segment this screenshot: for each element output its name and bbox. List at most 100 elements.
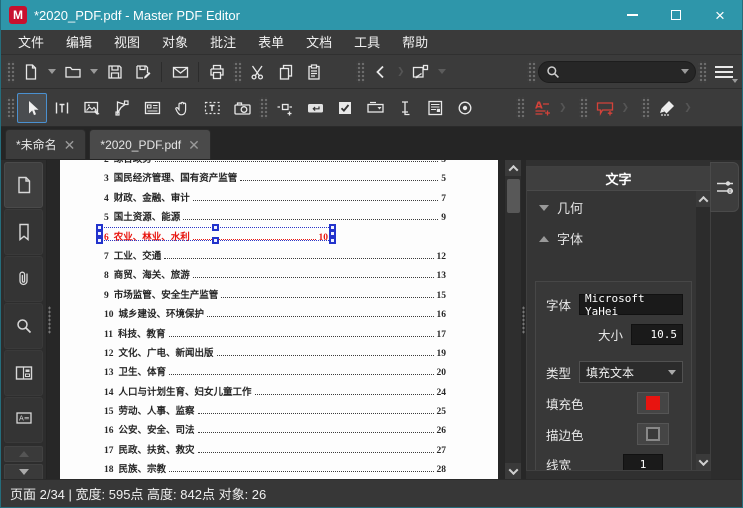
toolbar-grip[interactable] [6,60,15,83]
selection-handle-bl[interactable] [96,236,103,244]
edit-path-tool-button[interactable] [107,93,137,123]
edit-text-tool-button[interactable] [47,93,77,123]
list-box-tool-button[interactable] [420,93,450,123]
scroll-up-button[interactable] [504,160,522,176]
toolbar-grip[interactable] [233,60,242,83]
selection-handle-mr[interactable] [329,229,336,237]
selection-handle-ml[interactable] [96,229,103,237]
sidebar-search-button[interactable] [4,303,43,349]
selection-handle-tl[interactable] [96,223,103,231]
pdf-viewport[interactable]: 2 综合政务 3 3 国民经济管理、国有资产监管 5 4 财政、金融、审计 7 5 国土资源、能源 9… [52,160,504,479]
open-dropdown-icon[interactable] [90,69,98,74]
selection-handle-br[interactable] [329,236,336,244]
scroll-track[interactable] [505,176,522,463]
sidebar-scroll-up-button[interactable] [4,446,43,462]
save-button[interactable] [101,59,129,85]
font-name-field[interactable]: Microsoft YaHei [579,292,683,318]
hand-tool-button[interactable] [167,93,197,123]
panel-scroll-up-button[interactable] [696,191,710,207]
print-button[interactable] [203,59,231,85]
edit-image-tool-button[interactable] [77,93,107,123]
menu-edit[interactable]: 编辑 [55,30,103,55]
open-button[interactable] [59,59,87,85]
tab-2020-pdf[interactable]: *2020_PDF.pdf ✕ [89,129,211,159]
menu-file[interactable]: 文件 [7,30,55,55]
select-text-area-tool-button[interactable] [197,93,227,123]
back-button[interactable] [367,59,395,85]
menu-annotate[interactable]: 批注 [199,30,247,55]
pdf-vertical-scrollbar[interactable] [504,160,522,479]
line-width-field[interactable]: 1 [623,454,663,470]
save-as-button[interactable] [129,59,157,85]
add-comment-button[interactable] [590,93,620,123]
toolbar-grip[interactable] [516,96,525,119]
select-tool-button[interactable] [17,92,47,123]
menu-view[interactable]: 视图 [103,30,151,55]
toolbar-grip[interactable] [578,96,588,119]
sidebar-properties-button[interactable]: A= [4,397,43,443]
radio-button-tool-button[interactable] [450,93,480,123]
email-button[interactable] [166,59,194,85]
maximize-button[interactable] [654,0,698,30]
scroll-down-button[interactable] [504,463,522,479]
cut-scissors-icon [251,65,264,80]
menu-help[interactable]: 帮助 [391,30,439,55]
font-size-field[interactable]: 10.5 [631,324,683,345]
toolbar-grip[interactable] [698,60,707,83]
menu-object[interactable]: 对象 [151,30,199,55]
snapshot-button[interactable] [407,59,435,85]
stroke-color-button[interactable] [637,423,669,445]
copy-button[interactable] [272,59,300,85]
toolbar-grip[interactable] [259,96,268,119]
sidebar-form-fields-button[interactable] [4,350,43,396]
hamburger-icon [715,75,733,78]
add-text-annotation-button[interactable]: A [527,93,557,123]
text-type-dropdown[interactable]: 填充文本 [579,361,683,383]
toolbar-grip[interactable] [527,60,536,83]
dot-leader [197,451,434,453]
close-button[interactable]: × [698,0,742,30]
paste-button[interactable] [300,59,328,85]
toolbar-grip[interactable] [641,96,651,119]
toolbar-menu-button[interactable] [709,59,739,85]
minimize-button[interactable] [610,0,654,30]
sidebar-bookmarks-button[interactable] [4,209,43,255]
checkbox-tool-button[interactable] [330,93,360,123]
text-field-tool-button[interactable] [390,93,420,123]
panel-splitter[interactable] [521,160,526,479]
combo-box-tool-button[interactable] [360,93,390,123]
push-button-tool-button[interactable] [300,93,330,123]
new-document-dropdown-icon[interactable] [48,69,56,74]
toc-content: 2 综合政务 3 3 国民经济管理、国有资产监管 5 4 财政、金融、审计 7 5 国土资源、能源 9… [60,160,498,479]
fill-color-button[interactable] [637,392,669,414]
cut-button[interactable] [244,59,272,85]
tab-close-icon[interactable]: ✕ [64,138,76,152]
section-geometry[interactable]: 几何 [527,191,696,222]
panel-vertical-scrollbar[interactable] [696,191,710,470]
selected-text-object[interactable]: 6 农业、林业、水利 10 [96,223,336,244]
scroll-thumb[interactable] [506,179,520,213]
sidebar-pages-button[interactable] [4,162,43,208]
toolbar-grip[interactable] [6,96,15,119]
edit-form-tool-button[interactable] [137,93,167,123]
tab-untitled[interactable]: *未命名 ✕ [5,129,87,159]
section-font[interactable]: 字体 [527,222,696,253]
dot-leader [164,257,434,259]
panel-scroll-down-button[interactable] [696,454,710,470]
camera-snapshot-tool-button[interactable] [227,93,257,123]
search-input[interactable] [561,64,678,79]
toolbar-grip[interactable] [356,60,365,83]
highlighter-tool-button[interactable] [652,93,682,123]
menu-tools[interactable]: 工具 [343,30,391,55]
menu-document[interactable]: 文档 [295,30,343,55]
tab-close-icon[interactable]: ✕ [188,138,200,152]
panel-scroll-track[interactable] [696,207,710,454]
sidebar-attachments-button[interactable] [4,256,43,302]
search-dropdown-icon[interactable] [681,69,689,74]
properties-toggle-tab[interactable] [710,162,739,212]
new-document-button[interactable] [17,59,45,85]
close-icon: × [715,5,725,25]
sidebar-scroll-down-button[interactable] [4,464,43,479]
link-tool-button[interactable] [270,93,300,123]
menu-form[interactable]: 表单 [247,30,295,55]
